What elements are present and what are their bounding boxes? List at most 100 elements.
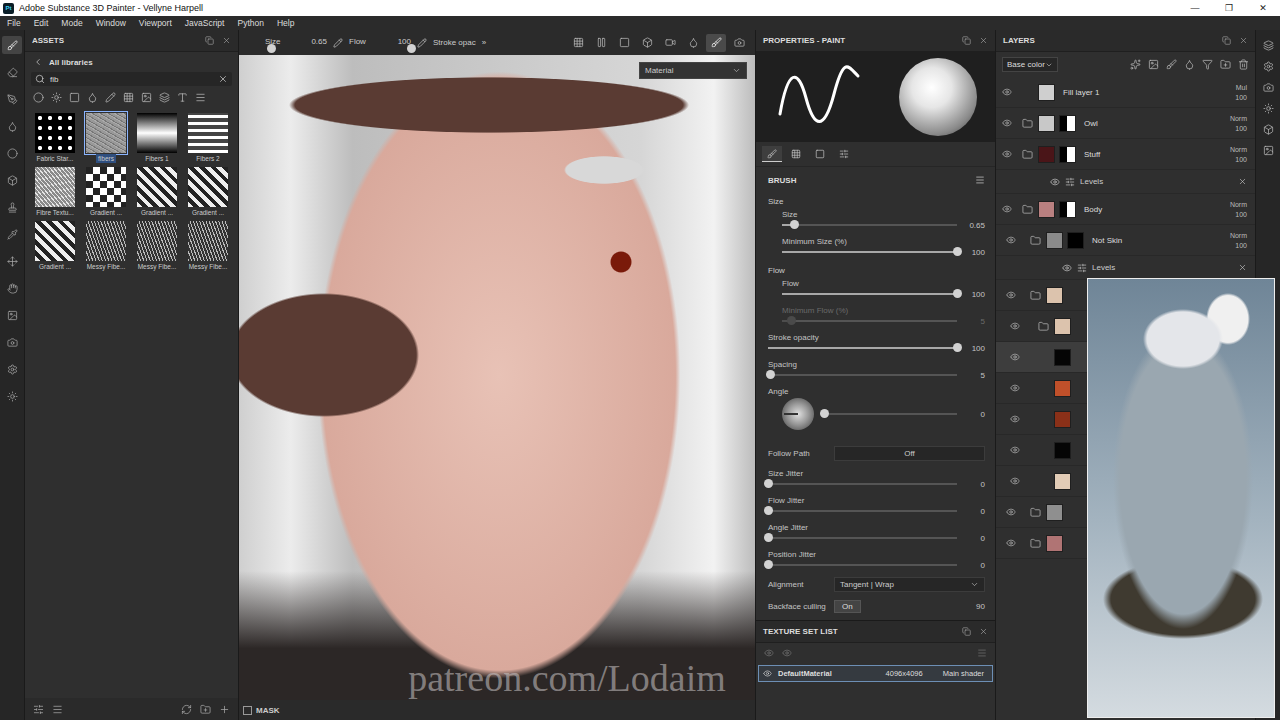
add-paint-layer-icon[interactable]: [1166, 59, 1177, 70]
tool-button[interactable]: [2, 387, 22, 405]
slider-knob[interactable]: [953, 343, 962, 352]
window-button[interactable]: ❐: [1212, 3, 1246, 13]
viewport-tool[interactable]: [614, 34, 634, 52]
asset-thumbnail[interactable]: [188, 113, 228, 153]
slider-value[interactable]: 0: [963, 534, 985, 543]
close-icon[interactable]: [979, 36, 988, 45]
layer-visibility[interactable]: [996, 476, 1034, 486]
follow-path-field[interactable]: Off: [834, 446, 985, 461]
symmetry-icon[interactable]: [573, 37, 584, 48]
visibility-icon[interactable]: [1010, 476, 1020, 486]
layer-visibility[interactable]: [996, 149, 1018, 159]
fill-icon[interactable]: [7, 121, 18, 132]
layer-visibility[interactable]: [996, 87, 1018, 97]
tool-button[interactable]: [2, 360, 22, 378]
visibility-icon[interactable]: [1002, 149, 1012, 159]
tool-button[interactable]: [2, 117, 22, 135]
angle-track[interactable]: [824, 413, 957, 415]
geometry-icon[interactable]: [7, 175, 18, 186]
layer-blend[interactable]: Norm100: [1223, 146, 1247, 163]
visibility-icon[interactable]: [1002, 87, 1012, 97]
menu-item[interactable]: Edit: [34, 18, 49, 28]
search-value[interactable]: fib: [50, 75, 213, 84]
layer-mask[interactable]: [1059, 146, 1076, 163]
asset-item[interactable]: Fibre Textu...: [31, 167, 79, 217]
undock-icon[interactable]: [962, 36, 971, 45]
slider-value[interactable]: 5: [963, 371, 985, 380]
asset-item[interactable]: Gradient ...: [31, 221, 79, 271]
asset-item[interactable]: Gradient ...: [133, 167, 181, 217]
asset-thumbnail[interactable]: [188, 221, 228, 261]
slider-knob[interactable]: [953, 289, 962, 298]
folder-icon[interactable]: [1030, 538, 1041, 549]
angle-dial[interactable]: [782, 398, 814, 430]
menu-item[interactable]: Window: [96, 18, 126, 28]
slider-value[interactable]: 100: [963, 290, 985, 299]
section-menu-icon[interactable]: [975, 175, 985, 185]
slider-knob[interactable]: [766, 370, 775, 379]
close-icon[interactable]: [1239, 36, 1248, 45]
window-button[interactable]: ✕: [1246, 3, 1280, 13]
layer-opacity[interactable]: 100: [1235, 211, 1247, 218]
material-view-icon[interactable]: [688, 37, 699, 48]
add-filter-icon[interactable]: [1202, 59, 1213, 70]
layer-visibility[interactable]: [996, 507, 1026, 517]
slider-knob[interactable]: [764, 533, 773, 542]
folder-icon[interactable]: [1022, 118, 1033, 129]
viewport-tool[interactable]: [729, 34, 749, 52]
menu-item[interactable]: Help: [277, 18, 294, 28]
clear-icon[interactable]: [218, 74, 228, 84]
slider-value[interactable]: 100: [963, 248, 985, 257]
asset-thumbnail[interactable]: [86, 221, 126, 261]
refresh-icon[interactable]: [181, 704, 192, 715]
undock-icon[interactable]: [1222, 36, 1231, 45]
slider-track[interactable]: [768, 537, 957, 539]
layer-visibility[interactable]: [996, 290, 1026, 300]
add-effect-icon[interactable]: [1130, 59, 1141, 70]
texture-set-menu-icon[interactable]: [977, 648, 987, 658]
visibility-icon[interactable]: [1006, 235, 1016, 245]
close-icon[interactable]: [979, 627, 988, 636]
library-row[interactable]: All libraries: [25, 52, 238, 72]
asset-filter-icon[interactable]: [177, 92, 188, 103]
visibility-icon[interactable]: [1006, 507, 1016, 517]
add-fill-layer-icon[interactable]: [1184, 59, 1195, 70]
tool-button[interactable]: [2, 252, 22, 270]
more-button[interactable]: »: [482, 38, 486, 47]
eraser-icon[interactable]: [7, 67, 18, 78]
undock-icon[interactable]: [205, 36, 214, 45]
backface-button[interactable]: On: [834, 600, 861, 613]
tool-button[interactable]: [2, 36, 22, 54]
layer-mask[interactable]: [1059, 115, 1076, 132]
blend-mode[interactable]: Norm: [1230, 115, 1247, 122]
slider-track[interactable]: [782, 251, 957, 253]
blend-mode[interactable]: Mul: [1236, 84, 1247, 91]
layer-row[interactable]: OwlNorm100: [996, 108, 1255, 139]
asset-filter-icon[interactable]: [141, 92, 152, 103]
render-icon[interactable]: [7, 337, 18, 348]
asset-thumbnail[interactable]: [35, 113, 75, 153]
size-value[interactable]: 0.65: [311, 37, 327, 46]
visibility-icon[interactable]: [1010, 414, 1020, 424]
settings-icon[interactable]: [7, 364, 18, 375]
pressure-icon[interactable]: [333, 38, 343, 48]
layer-row[interactable]: Not SkinNorm100: [996, 225, 1255, 256]
pressure-icon[interactable]: [417, 38, 427, 48]
add-folder-icon[interactable]: [1220, 59, 1231, 70]
light-icon[interactable]: [7, 391, 18, 402]
effect-row[interactable]: Levels: [996, 256, 1255, 280]
remove-effect-icon[interactable]: [1238, 263, 1247, 272]
add-icon[interactable]: [219, 704, 230, 715]
asset-filter-icon[interactable]: [33, 92, 44, 103]
properties-tab[interactable]: [834, 146, 854, 162]
layer-visibility[interactable]: [996, 414, 1034, 424]
channel-select[interactable]: Base color: [1002, 57, 1058, 72]
menu-item[interactable]: Python: [237, 18, 263, 28]
slider-value[interactable]: 0: [963, 561, 985, 570]
slider-track[interactable]: [782, 224, 957, 226]
visibility-icon[interactable]: [1006, 538, 1016, 548]
asset-item[interactable]: fibers: [82, 113, 130, 163]
layer-visibility[interactable]: [996, 383, 1034, 393]
layer-row[interactable]: Fill layer 1Mul100: [996, 77, 1255, 108]
asset-thumbnail[interactable]: [188, 167, 228, 207]
